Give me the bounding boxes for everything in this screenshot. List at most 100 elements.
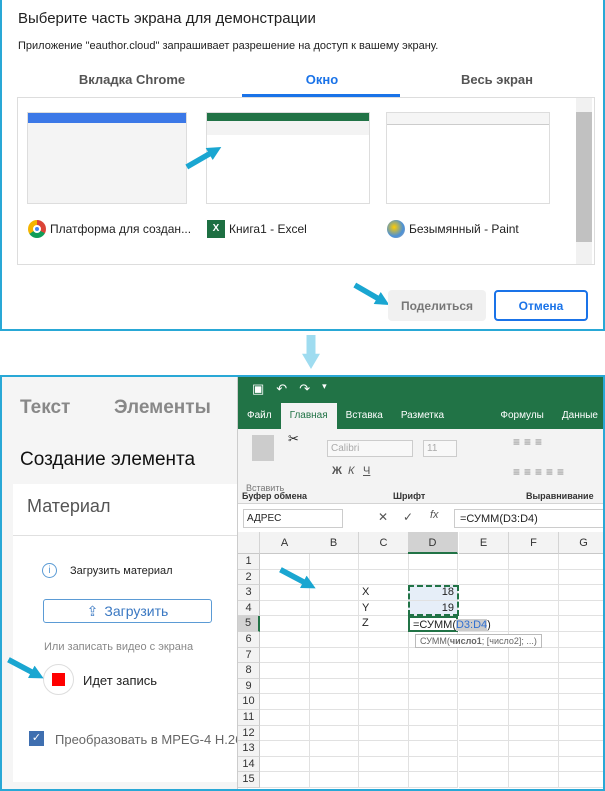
cell-C14[interactable]: [359, 756, 409, 773]
undo-icon[interactable]: ↶: [276, 381, 287, 399]
cell-C5[interactable]: Z: [359, 616, 409, 632]
font-size-select[interactable]: 11: [423, 440, 457, 457]
window-thumbnail-chrome[interactable]: [27, 112, 187, 204]
row-header-1[interactable]: 1: [238, 554, 260, 570]
cell-B11[interactable]: [309, 710, 359, 726]
cell-E8[interactable]: [459, 663, 509, 679]
cell-D2[interactable]: [408, 569, 458, 586]
cell-B9[interactable]: [309, 678, 359, 695]
cell-G15[interactable]: [559, 772, 603, 788]
cell-B13[interactable]: [309, 741, 359, 757]
select-all-corner[interactable]: [238, 532, 260, 554]
ribbon-tab-layout[interactable]: Разметка страницы: [392, 403, 492, 447]
convert-checkbox[interactable]: ✓: [29, 731, 44, 746]
column-header-C[interactable]: C: [359, 532, 409, 554]
cell-B8[interactable]: [309, 663, 359, 679]
window-thumbnail-excel[interactable]: [206, 112, 370, 204]
align-icons[interactable]: ≡≡≡: [513, 435, 546, 449]
function-icon[interactable]: fx: [430, 509, 439, 521]
cell-F5[interactable]: [509, 616, 559, 632]
cell-G12[interactable]: [559, 726, 603, 742]
stop-recording-button[interactable]: [43, 664, 74, 695]
window-thumbnail-paint[interactable]: [386, 112, 550, 204]
cancel-button[interactable]: Отмена: [494, 290, 588, 321]
cell-A7[interactable]: [260, 647, 310, 664]
cell-G11[interactable]: [559, 710, 603, 726]
cell-E1[interactable]: [459, 554, 509, 570]
cell-B10[interactable]: [309, 694, 359, 710]
cell-B12[interactable]: [309, 725, 359, 742]
share-button[interactable]: Поделиться: [388, 290, 486, 321]
cell-C2[interactable]: [359, 569, 409, 586]
cell-G5[interactable]: [559, 616, 603, 632]
cell-D14[interactable]: [408, 756, 458, 773]
cell-D12[interactable]: [408, 725, 458, 742]
cell-B1[interactable]: [309, 554, 359, 570]
cell-E9[interactable]: [459, 678, 509, 695]
italic-button[interactable]: К: [348, 465, 354, 477]
window-label-paint[interactable]: Безымянный - Paint: [387, 220, 519, 238]
redo-icon[interactable]: ↷: [299, 381, 310, 399]
row-header-8[interactable]: 8: [238, 663, 260, 679]
cell-D4[interactable]: 19: [408, 600, 458, 617]
cell-E3[interactable]: [459, 585, 509, 601]
cell-A1[interactable]: [260, 554, 310, 570]
cell-G10[interactable]: [559, 694, 603, 710]
cell-B7[interactable]: [309, 647, 359, 664]
cell-E10[interactable]: [459, 694, 509, 710]
row-header-2[interactable]: 2: [238, 569, 260, 586]
cell-C15[interactable]: [359, 772, 409, 788]
cell-F14[interactable]: [509, 756, 559, 773]
column-header-B[interactable]: B: [309, 532, 359, 554]
cell-F15[interactable]: [509, 772, 559, 788]
cell-F1[interactable]: [509, 554, 559, 570]
column-header-F[interactable]: F: [509, 532, 559, 554]
cell-C11[interactable]: [359, 710, 409, 726]
cell-C8[interactable]: [359, 663, 409, 679]
bold-button[interactable]: Ж: [332, 465, 342, 477]
tab-text[interactable]: Текст: [20, 397, 70, 419]
cell-F8[interactable]: [509, 663, 559, 679]
cell-C3[interactable]: X: [359, 585, 409, 601]
cell-E11[interactable]: [459, 710, 509, 726]
cell-F3[interactable]: [509, 585, 559, 601]
cell-A6[interactable]: [260, 632, 310, 648]
cell-G14[interactable]: [559, 757, 603, 773]
row-header-10[interactable]: 10: [238, 694, 260, 710]
cell-G9[interactable]: [559, 679, 603, 695]
cell-E12[interactable]: [459, 725, 509, 742]
cell-C7[interactable]: [359, 647, 409, 664]
cell-D9[interactable]: [408, 678, 458, 695]
cell-D13[interactable]: [408, 741, 458, 757]
cell-B3[interactable]: [309, 585, 359, 601]
cell-F12[interactable]: [509, 725, 559, 742]
cell-F10[interactable]: [509, 694, 559, 710]
row-header-3[interactable]: 3: [238, 585, 260, 601]
cell-B14[interactable]: [309, 756, 359, 773]
cancel-formula-icon[interactable]: ✕: [378, 510, 388, 524]
tab-window[interactable]: Окно: [242, 72, 402, 87]
row-header-9[interactable]: 9: [238, 678, 260, 695]
cell-A13[interactable]: [260, 741, 310, 757]
cell-G1[interactable]: [559, 554, 603, 570]
row-header-13[interactable]: 13: [238, 741, 260, 757]
cell-C9[interactable]: [359, 678, 409, 695]
cell-B5[interactable]: [309, 616, 359, 632]
row-header-7[interactable]: 7: [238, 647, 260, 664]
scrollbar-thumb[interactable]: [576, 112, 592, 242]
cell-D11[interactable]: [408, 710, 458, 726]
upload-button[interactable]: ⇪ Загрузить: [43, 599, 212, 623]
cell-F2[interactable]: [509, 569, 559, 586]
row-header-6[interactable]: 6: [238, 632, 260, 648]
cell-E4[interactable]: [459, 600, 509, 617]
cell-D8[interactable]: [408, 663, 458, 679]
row-header-14[interactable]: 14: [238, 756, 260, 773]
cell-G6[interactable]: [559, 632, 603, 648]
column-header-E[interactable]: E: [459, 532, 509, 554]
cell-E2[interactable]: [459, 569, 509, 586]
cell-D7[interactable]: [408, 647, 458, 664]
cell-C1[interactable]: [359, 554, 409, 570]
name-box[interactable]: АДРЕС: [243, 509, 343, 528]
cell-C13[interactable]: [359, 741, 409, 757]
scrollbar[interactable]: [576, 98, 592, 264]
